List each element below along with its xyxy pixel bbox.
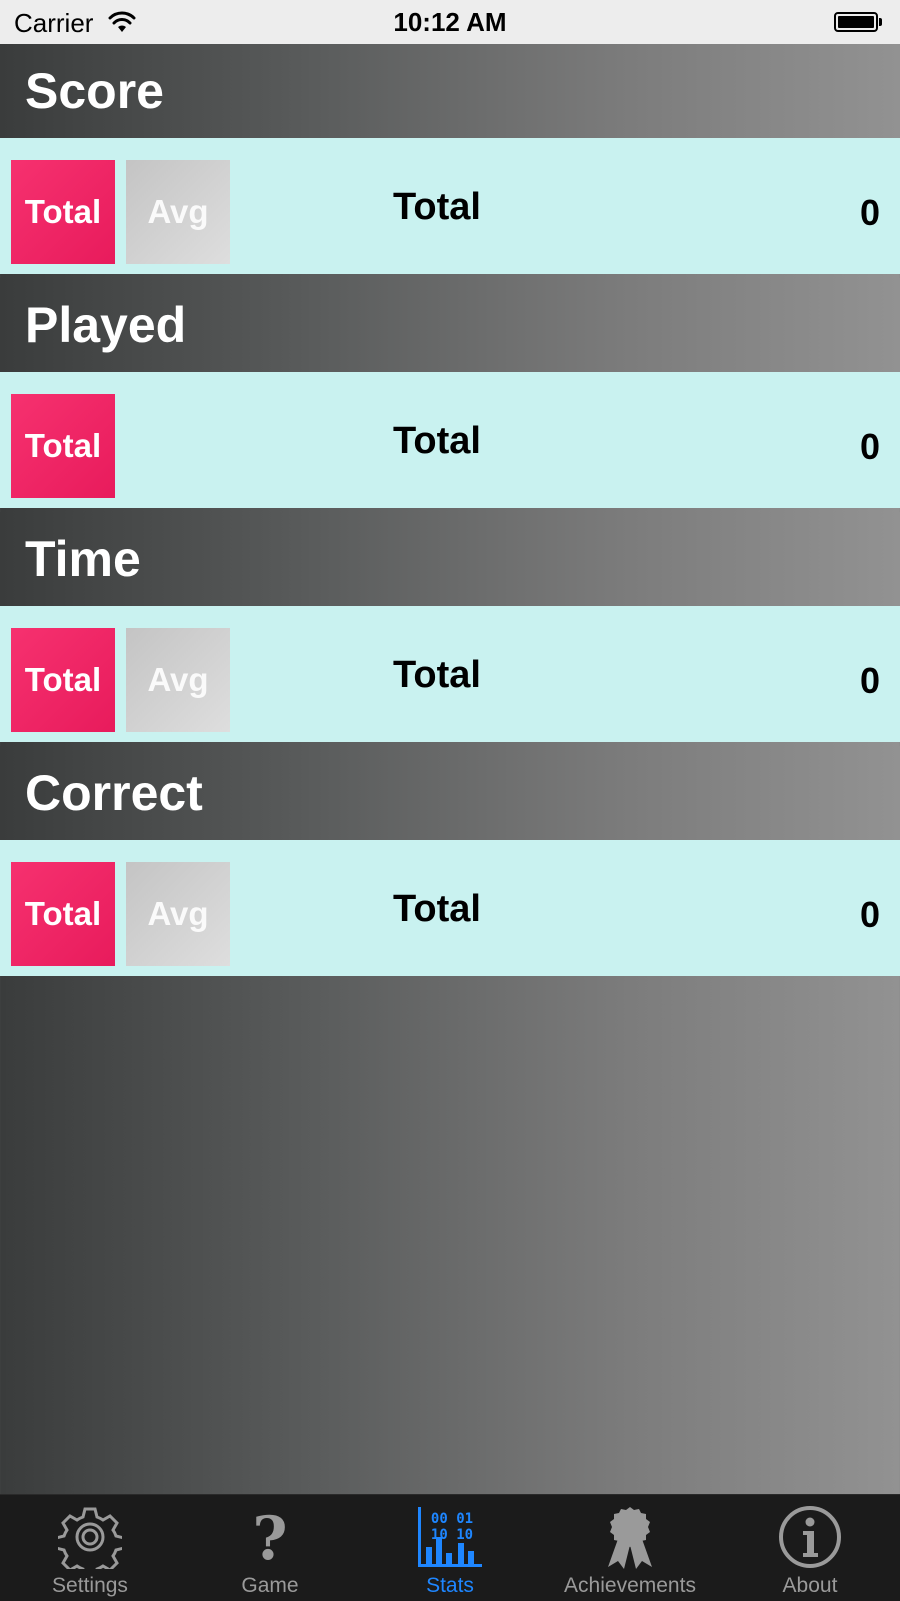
tab-game[interactable]: ? Game bbox=[180, 1495, 360, 1601]
question-mark-icon: ? bbox=[252, 1505, 287, 1569]
section-header-played: Played bbox=[0, 278, 900, 372]
section-title: Score bbox=[25, 63, 164, 119]
stat-value: 0 bbox=[859, 660, 880, 701]
tab-label: Game bbox=[241, 1574, 299, 1597]
stat-label: Total bbox=[393, 420, 481, 462]
ribbon-badge-icon bbox=[608, 1507, 652, 1569]
stat-row-played: Total Total 0 bbox=[0, 372, 900, 508]
tab-label: Settings bbox=[52, 1574, 128, 1597]
stat-label: Total bbox=[393, 654, 481, 696]
stat-value: 0 bbox=[859, 426, 880, 467]
clock: 10:12 AM bbox=[393, 7, 507, 37]
tab-achievements[interactable]: Achievements bbox=[540, 1495, 720, 1601]
section-header-time: Time bbox=[0, 512, 900, 606]
stats-chart-icon: 00 01 10 10 bbox=[418, 1507, 482, 1567]
stat-label: Total bbox=[393, 186, 481, 228]
tab-bar: Settings ? Game 00 01 10 10 Stats Achiev… bbox=[0, 1494, 900, 1601]
stat-row-time: Total Avg Total 0 bbox=[0, 606, 900, 742]
gear-icon bbox=[58, 1507, 122, 1569]
section-header-score: Score bbox=[0, 44, 900, 138]
section-title: Played bbox=[25, 297, 187, 353]
tab-about[interactable]: About bbox=[720, 1495, 900, 1601]
stat-row-correct: Total Avg Total 0 bbox=[0, 840, 900, 976]
tab-label: About bbox=[782, 1574, 838, 1597]
stat-value: 0 bbox=[859, 894, 880, 935]
tab-label: Stats bbox=[426, 1574, 474, 1597]
stats-icon-digits-top: 00 01 bbox=[431, 1511, 473, 1527]
stat-row-score: Total Avg Total 0 bbox=[0, 138, 900, 274]
avg-button[interactable]: Avg bbox=[126, 160, 230, 264]
stats-icon-digits-bottom: 10 10 bbox=[431, 1527, 473, 1543]
section-title: Correct bbox=[25, 765, 203, 821]
tab-label: Achievements bbox=[564, 1574, 696, 1597]
avg-button[interactable]: Avg bbox=[126, 862, 230, 966]
status-bar: Carrier 10:12 AM bbox=[0, 0, 900, 44]
total-button[interactable]: Total bbox=[11, 160, 115, 264]
svg-text:?: ? bbox=[252, 1505, 287, 1569]
stat-label: Total bbox=[393, 888, 481, 930]
tab-stats[interactable]: 00 01 10 10 Stats bbox=[360, 1495, 540, 1601]
section-title: Time bbox=[25, 531, 141, 587]
stat-value: 0 bbox=[859, 192, 880, 233]
avg-button[interactable]: Avg bbox=[126, 628, 230, 732]
battery-icon bbox=[834, 12, 882, 34]
section-header-correct: Correct bbox=[0, 746, 900, 840]
total-button[interactable]: Total bbox=[11, 394, 115, 498]
total-button[interactable]: Total bbox=[11, 628, 115, 732]
info-icon bbox=[779, 1506, 841, 1568]
tab-settings[interactable]: Settings bbox=[0, 1495, 180, 1601]
total-button[interactable]: Total bbox=[11, 862, 115, 966]
